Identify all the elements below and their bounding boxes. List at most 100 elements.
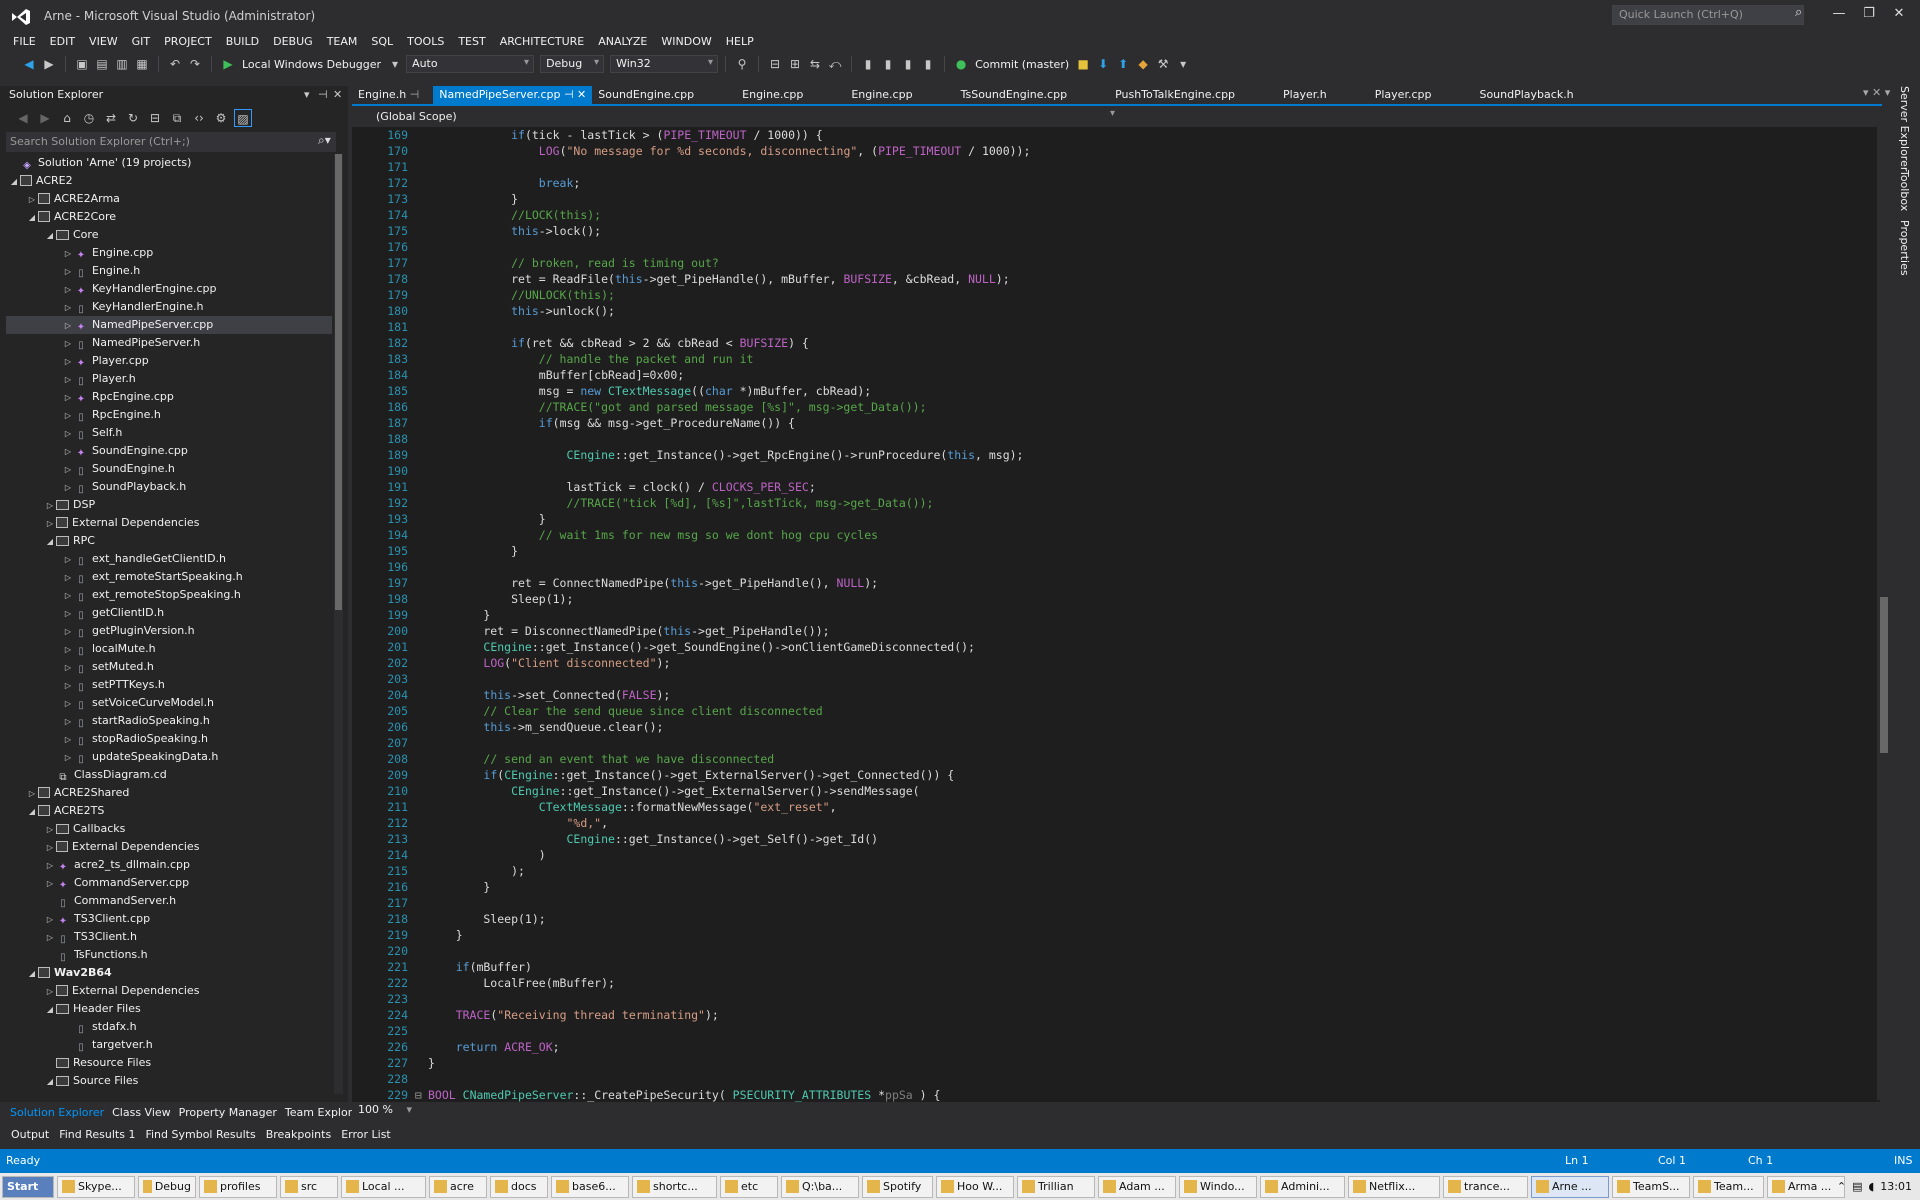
tree-item[interactable]: ▷ ▯ startRadioSpeaking.h bbox=[6, 712, 332, 730]
collapsed-arrow-icon[interactable]: ▷ bbox=[62, 443, 74, 461]
collapsed-arrow-icon[interactable]: ▷ bbox=[62, 425, 74, 443]
tree-item[interactable]: ▷ External Dependencies bbox=[6, 838, 332, 856]
code-line[interactable]: 203 bbox=[352, 671, 1862, 687]
taskbar-item[interactable]: shortc... bbox=[632, 1175, 717, 1198]
collapsed-arrow-icon[interactable]: ▷ bbox=[62, 677, 74, 695]
taskbar-item[interactable]: Trillian bbox=[1017, 1175, 1095, 1198]
collapse-all-icon[interactable]: ⊟ bbox=[146, 109, 164, 127]
settings-icon[interactable]: ⚒ bbox=[1154, 55, 1172, 73]
code-line[interactable]: 194 // wait 1ms for new msg so we dont h… bbox=[352, 527, 1862, 543]
collapsed-arrow-icon[interactable]: ▷ bbox=[62, 623, 74, 641]
pin-icon[interactable]: ⊣ bbox=[406, 88, 420, 101]
pin-icon[interactable]: ⊣ bbox=[318, 88, 328, 101]
code-line[interactable]: 209 if(CEngine::get_Instance()->get_Exte… bbox=[352, 767, 1862, 783]
menu-view[interactable]: VIEW bbox=[82, 35, 125, 48]
taskbar-item[interactable]: src bbox=[280, 1175, 338, 1198]
collapsed-arrow-icon[interactable]: ▷ bbox=[62, 317, 74, 335]
expanded-arrow-icon[interactable]: ◢ bbox=[26, 803, 38, 821]
forward-icon[interactable]: ▶ bbox=[40, 55, 58, 73]
code-lines[interactable]: 169 if(tick - lastTick > (PIPE_TIMEOUT /… bbox=[352, 127, 1862, 1102]
tree-item[interactable]: ▷ ▯ getClientID.h bbox=[6, 604, 332, 622]
git-pull-icon[interactable]: ⬇ bbox=[1094, 55, 1112, 73]
tree-item[interactable]: ▷ ▯ getPluginVersion.h bbox=[6, 622, 332, 640]
tab-property-manager[interactable]: Property Manager bbox=[175, 1106, 281, 1119]
code-line[interactable]: 172 break; bbox=[352, 175, 1862, 191]
expanded-arrow-icon[interactable]: ◢ bbox=[44, 1001, 56, 1019]
code-line[interactable]: 207 bbox=[352, 735, 1862, 751]
code-line[interactable]: 183 // handle the packet and run it bbox=[352, 351, 1862, 367]
code-line[interactable]: 192 //TRACE("tick [%d], [%s]",lastTick, … bbox=[352, 495, 1862, 511]
tree-item[interactable]: ▷ ▯ setVoiceCurveModel.h bbox=[6, 694, 332, 712]
taskbar-item[interactable]: Debug bbox=[138, 1175, 196, 1198]
code-line[interactable]: 229 ⊟ BOOL CNamedPipeServer::_CreatePipeS… bbox=[352, 1087, 1862, 1102]
tree-item[interactable]: ▷ ▯ ext_handleGetClientID.h bbox=[6, 550, 332, 568]
tree-item[interactable]: ▷ External Dependencies bbox=[6, 982, 332, 1000]
code-line[interactable]: 175 this->lock(); bbox=[352, 223, 1862, 239]
menu-file[interactable]: FILE bbox=[6, 35, 43, 48]
code-line[interactable]: 196 bbox=[352, 559, 1862, 575]
taskbar-item[interactable]: Windo... bbox=[1179, 1175, 1257, 1198]
bookmark-icon[interactable]: ▮ bbox=[859, 55, 877, 73]
zoom-level[interactable]: 100 % bbox=[358, 1103, 393, 1116]
view-code-icon[interactable]: ‹› bbox=[190, 109, 208, 127]
menu-tools[interactable]: TOOLS bbox=[400, 35, 451, 48]
code-line[interactable]: 215 ); bbox=[352, 863, 1862, 879]
tree-item[interactable]: ◈ Solution 'Arne' (19 projects) bbox=[6, 154, 332, 172]
tree-item[interactable]: ▷ ▯ setPTTKeys.h bbox=[6, 676, 332, 694]
collapsed-arrow-icon[interactable]: ▷ bbox=[44, 983, 56, 1001]
collapsed-arrow-icon[interactable]: ▷ bbox=[62, 263, 74, 281]
refresh-icon[interactable]: ↻ bbox=[124, 109, 142, 127]
rail-tab-server-explorer[interactable]: Server Explorer bbox=[1898, 86, 1911, 171]
code-line[interactable]: 199 } bbox=[352, 607, 1862, 623]
code-line[interactable]: 188 bbox=[352, 431, 1862, 447]
taskbar-item[interactable]: Hoo W... bbox=[936, 1175, 1014, 1198]
sync-icon[interactable]: ⇆ bbox=[806, 55, 824, 73]
collapsed-arrow-icon[interactable]: ▷ bbox=[26, 191, 38, 209]
collapsed-arrow-icon[interactable]: ▷ bbox=[62, 605, 74, 623]
taskbar-item[interactable]: Local ... bbox=[341, 1175, 426, 1198]
tray-expand-icon[interactable]: ⌃ bbox=[1837, 1180, 1846, 1193]
code-line[interactable]: 211 CTextMessage::formatNewMessage("ext_… bbox=[352, 799, 1862, 815]
chevron-down-icon[interactable]: ▾ bbox=[406, 1103, 412, 1116]
doc-tab[interactable]: Player.h bbox=[1277, 86, 1333, 104]
code-line[interactable]: 189 CEngine::get_Instance()->get_RpcEngi… bbox=[352, 447, 1862, 463]
taskbar-item[interactable]: acre bbox=[429, 1175, 487, 1198]
open-file-icon[interactable]: ▤ bbox=[93, 55, 111, 73]
code-line[interactable]: 190 bbox=[352, 463, 1862, 479]
output-tab-find-symbol-results[interactable]: Find Symbol Results bbox=[140, 1128, 260, 1141]
menu-build[interactable]: BUILD bbox=[219, 35, 266, 48]
expanded-arrow-icon[interactable]: ◢ bbox=[26, 965, 38, 983]
tree-item[interactable]: ▷ ▯ localMute.h bbox=[6, 640, 332, 658]
collapsed-arrow-icon[interactable]: ▷ bbox=[62, 245, 74, 263]
collapsed-arrow-icon[interactable]: ▷ bbox=[62, 641, 74, 659]
tree-item[interactable]: ▷ ▯ setMuted.h bbox=[6, 658, 332, 676]
tree-item[interactable]: ▷ ▯ Player.h bbox=[6, 370, 332, 388]
maximize-button[interactable]: ❐ bbox=[1858, 6, 1880, 26]
code-line[interactable]: 223 bbox=[352, 991, 1862, 1007]
code-line[interactable]: 176 bbox=[352, 239, 1862, 255]
tree-item[interactable]: ▷ ▯ stopRadioSpeaking.h bbox=[6, 730, 332, 748]
doc-tab[interactable]: SoundEngine.cpp bbox=[592, 86, 700, 104]
code-line[interactable]: 213 CEngine::get_Instance()->get_Self()-… bbox=[352, 831, 1862, 847]
menu-edit[interactable]: EDIT bbox=[43, 35, 82, 48]
code-line[interactable]: 187 if(msg && msg->get_ProcedureName()) … bbox=[352, 415, 1862, 431]
code-line[interactable]: 186 //TRACE("got and parsed message [%s]… bbox=[352, 399, 1862, 415]
taskbar-item[interactable]: base6... bbox=[551, 1175, 629, 1198]
scope-dropdown[interactable]: (Global Scope) bbox=[362, 108, 1122, 126]
collapsed-arrow-icon[interactable]: ▷ bbox=[62, 353, 74, 371]
editor-scrollbar-thumb[interactable] bbox=[1880, 597, 1888, 753]
collapsed-arrow-icon[interactable]: ▷ bbox=[62, 371, 74, 389]
menu-test[interactable]: TEST bbox=[451, 35, 492, 48]
menu-architecture[interactable]: ARCHITECTURE bbox=[493, 35, 592, 48]
collapsed-arrow-icon[interactable]: ▷ bbox=[44, 911, 56, 929]
tree-item[interactable]: ▷ ✦ TS3Client.cpp bbox=[6, 910, 332, 928]
minimize-button[interactable]: — bbox=[1828, 6, 1850, 26]
rail-tab-properties[interactable]: Properties bbox=[1898, 220, 1911, 276]
next-bookmark-icon[interactable]: ▮ bbox=[899, 55, 917, 73]
redo-icon[interactable]: ↷ bbox=[186, 55, 204, 73]
home-icon[interactable]: ⌂ bbox=[58, 109, 76, 127]
new-project-icon[interactable]: ▣ bbox=[73, 55, 91, 73]
tree-item[interactable]: ⧉ ClassDiagram.cd bbox=[6, 766, 332, 784]
platform-select[interactable]: Win32 bbox=[610, 55, 719, 73]
code-line[interactable]: 224 TRACE("Receiving thread terminating"… bbox=[352, 1007, 1862, 1023]
